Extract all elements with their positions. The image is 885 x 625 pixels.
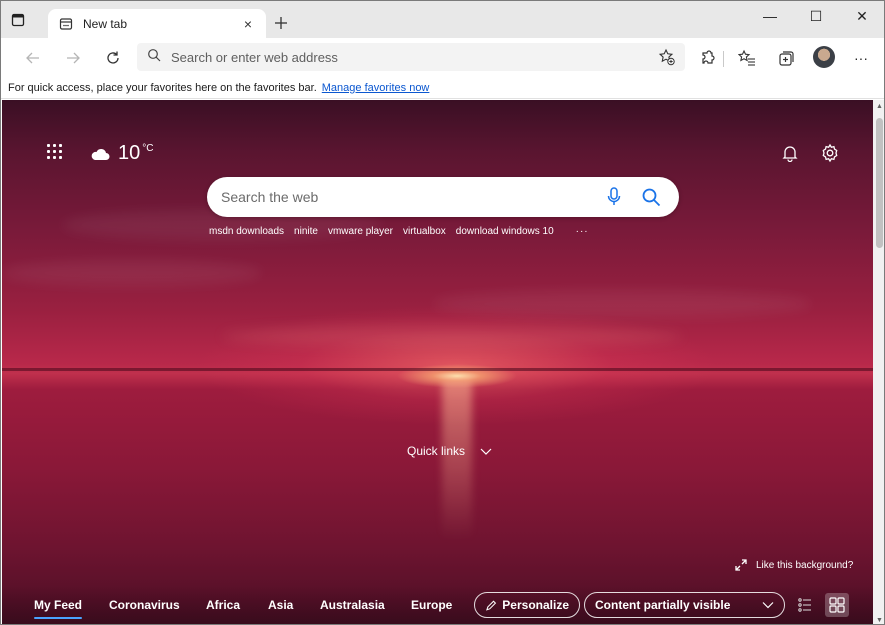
- trending-search-item[interactable]: vmware player: [328, 226, 393, 237]
- background-horizon: [2, 368, 873, 371]
- forward-button[interactable]: [61, 46, 85, 70]
- web-search-box[interactable]: [207, 177, 679, 217]
- page-scrollbar[interactable]: ▲ ▼: [873, 100, 884, 624]
- weather-temperature: 10: [118, 142, 141, 164]
- notifications-bell-icon[interactable]: [781, 144, 799, 162]
- tab-new-tab[interactable]: New tab ×: [48, 9, 266, 38]
- web-search-input[interactable]: [221, 189, 603, 205]
- toolbar-divider: [723, 51, 724, 67]
- voice-search-mic-icon[interactable]: [603, 186, 625, 208]
- tab-title: New tab: [83, 16, 128, 31]
- browser-window: New tab × — ☐ ✕ Search or enter web addr…: [0, 0, 885, 625]
- feed-tab-africa[interactable]: Africa: [206, 598, 240, 612]
- trending-search-item[interactable]: virtualbox: [403, 226, 446, 237]
- new-tab-page: 10 °C msdn downloads ninite vmware playe…: [2, 100, 873, 624]
- minimize-button[interactable]: —: [747, 1, 793, 31]
- chevron-down-icon: [480, 448, 492, 455]
- search-icon: [147, 48, 161, 67]
- address-bar[interactable]: [137, 43, 685, 71]
- trending-searches: msdn downloads ninite vmware player virt…: [209, 226, 599, 237]
- collections-icon[interactable]: [774, 46, 798, 70]
- tab-actions-icon[interactable]: [9, 11, 27, 29]
- maximize-button[interactable]: ☐: [793, 1, 839, 31]
- extensions-icon[interactable]: [696, 46, 720, 70]
- expand-arrows-icon: [735, 559, 747, 571]
- feed-tab-asia[interactable]: Asia: [268, 598, 293, 612]
- new-tab-button[interactable]: [271, 13, 291, 33]
- trending-more-button[interactable]: ···: [576, 226, 589, 237]
- toolbar: ···: [1, 38, 884, 77]
- list-layout-icon[interactable]: [798, 597, 812, 613]
- settings-gear-icon[interactable]: [820, 143, 840, 163]
- feed-tab-my-feed[interactable]: My Feed: [34, 598, 83, 619]
- content-visibility-label: Content partially visible: [595, 598, 731, 612]
- background-cloud: [432, 290, 812, 318]
- tab-close-icon[interactable]: ×: [240, 16, 256, 32]
- like-background-label: Like this background?: [756, 559, 854, 571]
- apps-launcher-icon[interactable]: [47, 144, 63, 160]
- cloud-icon: [91, 148, 110, 160]
- weather-widget[interactable]: 10 °C: [90, 142, 153, 164]
- search-submit-icon[interactable]: [639, 185, 663, 209]
- feed-tab-coronavirus[interactable]: Coronavirus: [109, 598, 180, 612]
- refresh-button[interactable]: [101, 46, 125, 70]
- personalize-button[interactable]: Personalize: [474, 592, 580, 618]
- profile-avatar[interactable]: [813, 46, 835, 68]
- add-favorite-icon[interactable]: [655, 45, 679, 69]
- tab-strip: New tab × — ☐ ✕: [1, 1, 884, 38]
- news-feed-bar: My Feed Coronavirus Africa Asia Australa…: [2, 585, 873, 624]
- quick-links-label: Quick links: [407, 444, 466, 458]
- address-input[interactable]: [171, 49, 655, 65]
- background-sun-reflection: [442, 380, 472, 540]
- new-tab-favicon-icon: [58, 16, 74, 32]
- content-visibility-dropdown[interactable]: Content partially visible: [584, 592, 785, 618]
- more-options-button[interactable]: ···: [849, 46, 873, 70]
- favorites-icon[interactable]: [735, 46, 759, 70]
- favorites-bar: For quick access, place your favorites h…: [1, 77, 884, 99]
- quick-links-toggle[interactable]: Quick links: [407, 444, 493, 458]
- scroll-up-arrow-icon[interactable]: ▲: [873, 100, 884, 112]
- scrollbar-thumb[interactable]: [876, 118, 883, 248]
- trending-search-item[interactable]: msdn downloads: [209, 226, 284, 237]
- scroll-down-arrow-icon[interactable]: ▼: [873, 614, 884, 624]
- trending-search-item[interactable]: ninite: [294, 226, 318, 237]
- pencil-icon: [486, 600, 497, 611]
- favorites-bar-message: For quick access, place your favorites h…: [8, 81, 317, 94]
- background-cloud: [2, 260, 262, 286]
- trending-search-item[interactable]: download windows 10: [456, 226, 554, 237]
- manage-favorites-link[interactable]: Manage favorites now: [322, 82, 430, 94]
- close-window-button[interactable]: ✕: [839, 1, 884, 31]
- back-button[interactable]: [21, 46, 45, 70]
- chevron-down-icon: [762, 602, 774, 609]
- weather-unit: °C: [142, 143, 154, 154]
- feed-tab-australasia[interactable]: Australasia: [320, 598, 385, 612]
- background-cloud: [222, 325, 682, 347]
- feed-tab-europe[interactable]: Europe: [411, 598, 452, 612]
- personalize-label: Personalize: [502, 598, 569, 612]
- grid-layout-icon[interactable]: [825, 593, 849, 617]
- like-background-button[interactable]: Like this background?: [734, 558, 853, 572]
